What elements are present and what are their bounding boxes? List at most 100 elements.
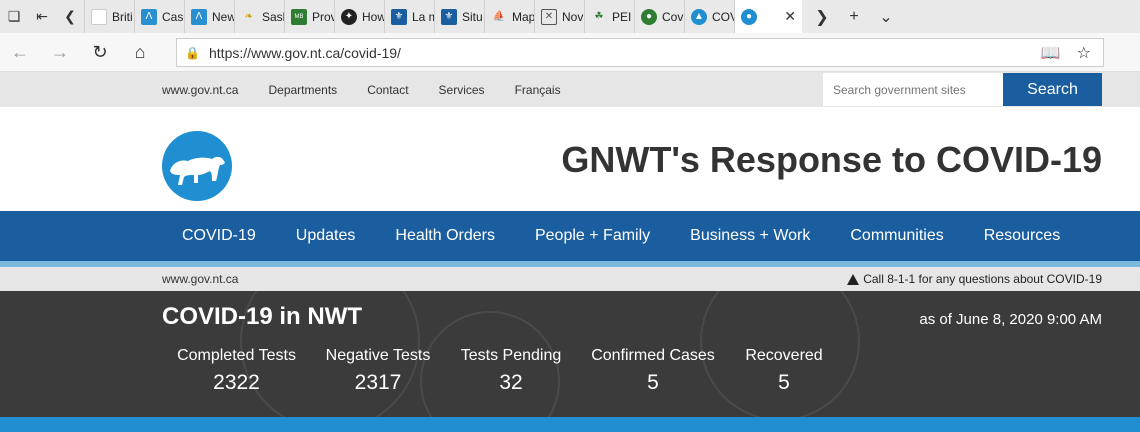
browser-tab[interactable]: Briti: [84, 0, 134, 33]
bear-icon: ●: [741, 8, 757, 25]
tab-label: Nov: [562, 9, 584, 24]
util-link-home[interactable]: www.gov.nt.ca: [162, 83, 238, 97]
blank-doc-icon: [91, 8, 107, 25]
util-link-contact[interactable]: Contact: [367, 83, 408, 97]
forward-icon[interactable]: →: [40, 42, 80, 63]
alberta-icon: Λ: [191, 8, 207, 25]
stat-value: 5: [778, 371, 790, 394]
bottom-accent-strip: [0, 417, 1140, 432]
set-tabs-aside-icon[interactable]: ⇤: [28, 0, 56, 33]
tab-list-icon[interactable]: ⌄: [870, 7, 902, 27]
tab-label: COV: [712, 9, 734, 24]
nav-item-covid-19[interactable]: COVID-19: [182, 227, 256, 245]
site-title: GNWT's Response to COVID-19: [561, 139, 1102, 180]
tab-label: Prov: [312, 9, 334, 24]
quebec-icon: ⚜: [441, 8, 457, 25]
search-input[interactable]: [823, 73, 1003, 106]
lock-icon: 🔒: [185, 45, 200, 60]
stat-value: 5: [647, 371, 659, 394]
browser-toolbar: ← → ↻ ⌂ 🔒 https://www.gov.nt.ca/covid-19…: [0, 33, 1140, 72]
breadcrumb[interactable]: www.gov.nt.ca: [162, 272, 238, 286]
scroll-tabs-right-icon[interactable]: ❯: [806, 7, 838, 27]
stat-tests-pending: Tests Pending 32: [459, 347, 563, 395]
stat-label: Negative Tests: [325, 347, 431, 364]
alberta-icon: Λ: [141, 8, 157, 25]
ns-icon: ✕: [541, 8, 557, 25]
phone-alert-text: Call 8-1-1 for any questions about COVID…: [863, 272, 1102, 286]
browser-tab[interactable]: ❧ Sask: [234, 0, 284, 33]
home-icon[interactable]: ⌂: [120, 42, 160, 63]
gnwt-polar-bear-logo[interactable]: [162, 131, 232, 201]
reading-view-icon[interactable]: 📖: [1041, 43, 1061, 63]
ontario-icon: ✦: [341, 8, 357, 25]
nav-item-communities[interactable]: Communities: [850, 227, 943, 245]
tab-label: Briti: [112, 9, 133, 24]
browser-tab[interactable]: ☘ PEI (: [584, 0, 634, 33]
nav-item-people-family[interactable]: People + Family: [535, 227, 650, 245]
pei-icon: ☘: [594, 11, 604, 22]
scroll-tabs-left-icon[interactable]: ❮: [56, 0, 84, 33]
new-tab-icon[interactable]: +: [838, 8, 870, 26]
stat-recovered: Recovered 5: [744, 347, 824, 395]
url-text[interactable]: https://www.gov.nt.ca/covid-19/: [209, 45, 1041, 61]
manitoba-icon: MB: [291, 8, 307, 25]
nav-item-resources[interactable]: Resources: [984, 227, 1060, 245]
browser-tab[interactable]: Λ Case: [134, 0, 184, 33]
refresh-icon[interactable]: ↻: [80, 42, 120, 63]
warning-icon: [847, 273, 860, 285]
browser-tab[interactable]: MB Prov: [284, 0, 334, 33]
wheat-icon: ❧: [244, 11, 254, 22]
browser-tab[interactable]: ▲ COV: [684, 0, 734, 33]
util-link-services[interactable]: Services: [439, 83, 485, 97]
browser-tab[interactable]: ● Cov: [634, 0, 684, 33]
stat-value: 32: [499, 371, 523, 394]
stats-title: COVID-19 in NWT: [162, 303, 363, 330]
breadcrumb-bar: www.gov.nt.ca Call 8-1-1 for any questio…: [0, 267, 1140, 291]
nav-item-business-work[interactable]: Business + Work: [690, 227, 810, 245]
stat-label: Tests Pending: [460, 347, 562, 364]
address-bar[interactable]: 🔒 https://www.gov.nt.ca/covid-19/ 📖 ☆: [176, 38, 1104, 67]
stat-value: 2322: [213, 371, 260, 394]
nl-icon: ●: [641, 8, 657, 25]
tab-label: New: [212, 9, 234, 24]
back-icon[interactable]: ←: [0, 42, 40, 63]
nb-icon: ⛵: [492, 11, 506, 22]
stat-completed-tests: Completed Tests 2322: [176, 347, 297, 395]
stat-label: Recovered: [745, 347, 823, 364]
tab-label: How: [362, 9, 384, 24]
browser-tab-strip: ❏ ⇤ ❮ Briti Λ Case Λ New ❧ Sask MB Prov …: [0, 0, 1140, 33]
browser-tab[interactable]: ⚜ La m: [384, 0, 434, 33]
tab-actions-icon[interactable]: ❏: [0, 0, 28, 33]
active-browser-tab[interactable]: ● ✕: [734, 0, 802, 33]
yukon-icon: ▲: [691, 8, 707, 25]
util-link-departments[interactable]: Departments: [268, 83, 337, 97]
phone-alert: Call 8-1-1 for any questions about COVID…: [847, 272, 1102, 286]
favorite-star-icon[interactable]: ☆: [1077, 43, 1091, 63]
nav-item-updates[interactable]: Updates: [296, 227, 356, 245]
close-tab-icon[interactable]: ✕: [784, 8, 796, 25]
tab-label: Case: [162, 9, 184, 24]
tab-label: Map: [512, 9, 534, 24]
covid-stats-panel: COVID-19 in NWT as of June 8, 2020 9:00 …: [0, 291, 1140, 417]
tab-label: PEI (: [612, 9, 634, 24]
tab-label: La m: [412, 9, 434, 24]
browser-tab[interactable]: ✕ Nov: [534, 0, 584, 33]
tab-label: Cov: [662, 9, 684, 24]
stats-date: as of June 8, 2020 9:00 AM: [919, 311, 1102, 328]
search-button[interactable]: Search: [1003, 73, 1102, 106]
util-link-francais[interactable]: Français: [515, 83, 561, 97]
site-header: GNWT's Response to COVID-19: [0, 107, 1140, 211]
stat-value: 2317: [354, 371, 402, 394]
quebec-icon: ⚜: [391, 8, 407, 25]
stat-negative-tests: Negative Tests 2317: [324, 347, 432, 395]
stat-label: Completed Tests: [177, 347, 296, 364]
browser-tab[interactable]: Λ New: [184, 0, 234, 33]
browser-tab[interactable]: ⛵ Map: [484, 0, 534, 33]
tab-label: Sask: [262, 9, 284, 24]
browser-tab[interactable]: ⚜ Situ: [434, 0, 484, 33]
nav-item-health-orders[interactable]: Health Orders: [395, 227, 495, 245]
browser-tab[interactable]: ✦ How: [334, 0, 384, 33]
tab-label: Situ: [462, 9, 483, 24]
main-navigation: COVID-19 Updates Health Orders People + …: [0, 211, 1140, 261]
stat-confirmed-cases: Confirmed Cases 5: [590, 347, 716, 395]
